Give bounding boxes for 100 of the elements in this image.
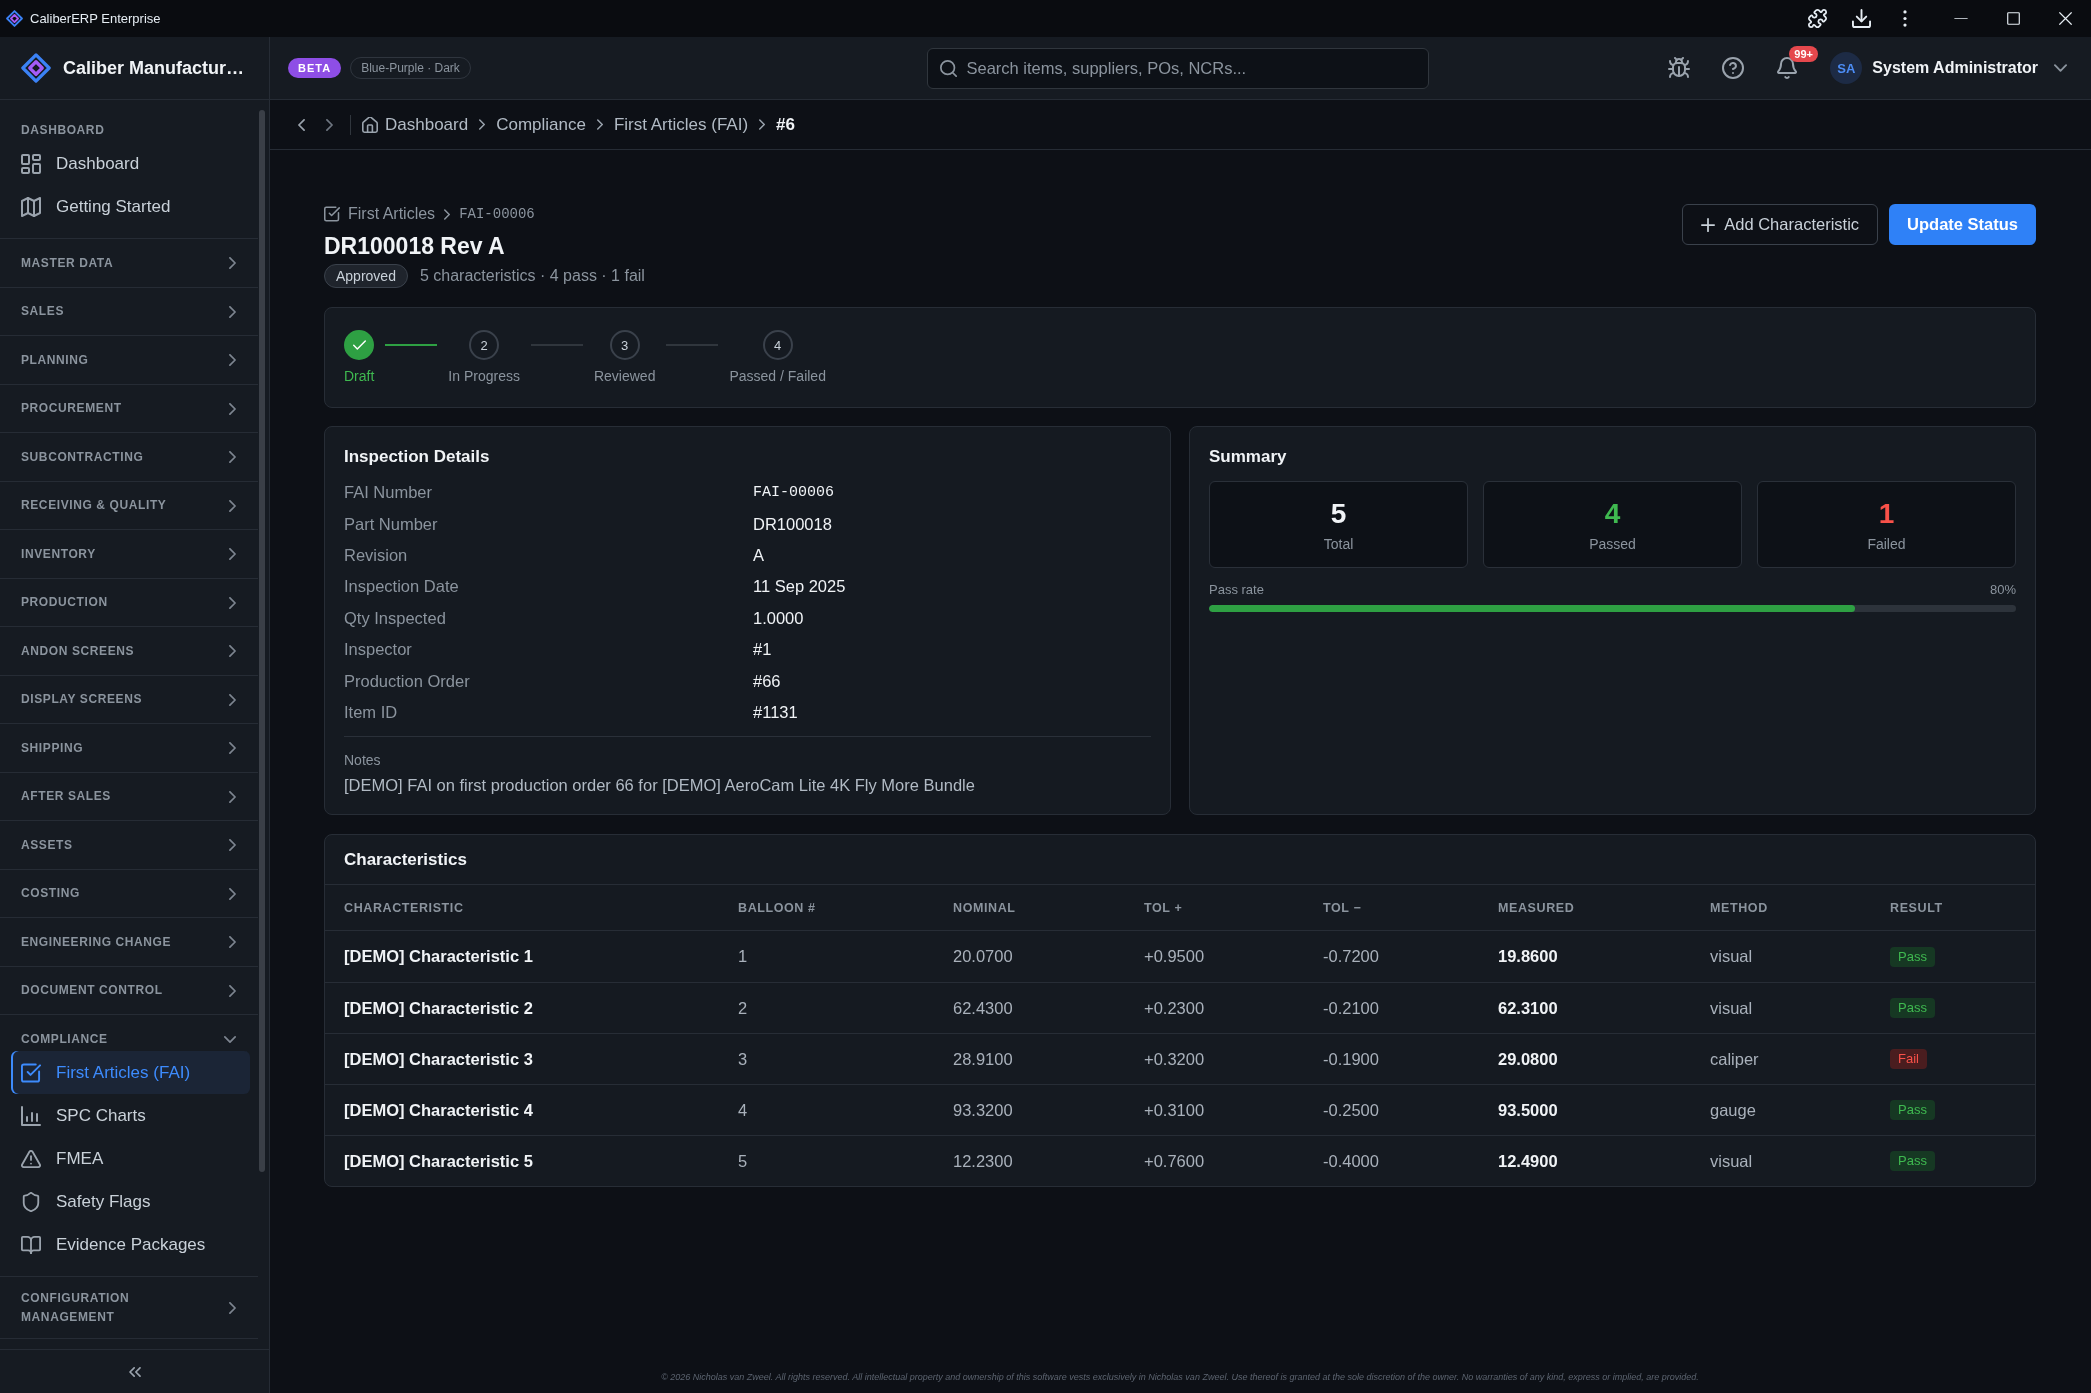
nav-group-toggle[interactable]: PROCUREMENT: [0, 396, 258, 421]
chevron-right-icon: [229, 887, 236, 900]
brand-name: Caliber Manufactur…: [63, 57, 245, 79]
stat-label: Failed: [1867, 535, 1906, 552]
sidebar-item[interactable]: FMEA: [11, 1137, 250, 1180]
chevron-right-icon: [596, 119, 603, 130]
field-value: #66: [753, 671, 781, 691]
balloon-number: 1: [738, 947, 748, 967]
sidebar-item[interactable]: Evidence Packages: [11, 1223, 250, 1266]
column-header: TOL +: [1144, 900, 1183, 915]
plus-icon: [1701, 217, 1716, 232]
field-label: Item ID: [344, 702, 398, 722]
characteristic-name: [DEMO] Characteristic 5: [344, 1151, 533, 1171]
bell-icon: [1776, 57, 1799, 79]
nav-group-toggle[interactable]: SUBCONTRACTING: [0, 445, 258, 469]
update-status-button[interactable]: Update Status: [1889, 204, 2036, 245]
lower-tolerance: -0.2500: [1323, 1100, 1379, 1120]
upper-tolerance: +0.9500: [1144, 947, 1205, 967]
characteristic-name: [DEMO] Characteristic 4: [344, 1100, 533, 1120]
double-chevron-left-icon: [128, 1366, 141, 1377]
sidebar-item[interactable]: SPC Charts: [11, 1094, 250, 1137]
notes-text: [DEMO] FAI on first production order 66 for [DEMO] AeroCam Lite 4K Fly More Bundle: [344, 775, 975, 796]
nominal-value: 28.9100: [953, 1049, 1013, 1069]
step-label: Passed / Failed: [729, 368, 826, 385]
breadcrumb-link[interactable]: Compliance: [496, 114, 586, 135]
sidebar-item[interactable]: Safety Flags: [11, 1180, 250, 1223]
field-label: FAI Number: [344, 483, 433, 503]
step-indicator: 4: [762, 330, 793, 360]
page-crumb-link[interactable]: First Articles: [324, 205, 436, 223]
method-text: caliper: [1710, 1049, 1759, 1069]
nav-group-toggle[interactable]: SALES: [0, 299, 258, 324]
puzzle-icon: [1807, 9, 1827, 28]
characteristic-name: [DEMO] Characteristic 1: [344, 947, 533, 967]
field-value: #1131: [753, 702, 798, 722]
nav-group-toggle[interactable]: COSTING: [0, 881, 258, 906]
stat-value: 5: [1330, 497, 1347, 530]
stat-value: 1: [1878, 497, 1895, 530]
field-label: Part Number: [344, 514, 438, 534]
sidebar-item[interactable]: Dashboard: [11, 142, 250, 185]
checkbox-icon: [21, 1062, 41, 1083]
column-header: METHOD: [1710, 900, 1768, 915]
download-icon: [1851, 9, 1871, 28]
nav-group-toggle[interactable]: AFTER SALES: [0, 784, 258, 809]
column-header: RESULT: [1890, 900, 1943, 915]
window-title: CaliberERP Enterprise: [30, 11, 161, 26]
scrollbar-thumb[interactable]: [259, 110, 265, 1172]
nav-group-toggle[interactable]: DOCUMENT CONTROL: [0, 978, 258, 1003]
nav-group-toggle[interactable]: ENGINEERING CHANGE: [0, 930, 258, 954]
chevron-right-icon: [229, 936, 236, 948]
page-title: DR100018 Rev A: [324, 232, 505, 261]
breadcrumb-link[interactable]: Dashboard: [362, 114, 469, 135]
user-menu[interactable]: SA System Administrator: [1830, 52, 2067, 84]
chevron-left-icon: [297, 118, 305, 131]
nav-group-toggle[interactable]: PRODUCTION: [0, 590, 258, 615]
copyright-notice: © 2026 Nicholas van Zweel. All rights reserved. All intellectual property and ownership of this software vests exclusively in Nicholas van Zweel. Use thereof is granted at the sole discretion of the owner. No warranties of any kind, express or implied, are provided.: [661, 1372, 1699, 1382]
field-label: Production Order: [344, 671, 470, 691]
nominal-value: 93.3200: [953, 1100, 1013, 1120]
nav-group-toggle[interactable]: CONFIGURATION MANAGEMENT: [0, 1289, 258, 1326]
brand-logo-icon: [21, 53, 51, 83]
nav-group-toggle[interactable]: ASSETS: [0, 833, 258, 857]
nav-group-toggle[interactable]: SHIPPING: [0, 736, 258, 760]
chevron-right-icon: [229, 548, 236, 560]
nominal-value: 62.4300: [953, 998, 1013, 1018]
add-characteristic-button[interactable]: Add Characteristic: [1682, 204, 1879, 245]
result-badge: Pass: [1890, 998, 1935, 1019]
sidebar-item[interactable]: Getting Started: [11, 185, 250, 228]
nav-group-toggle[interactable]: PLANNING: [0, 348, 258, 372]
search-field[interactable]: Search items, suppliers, POs, NCRs...: [926, 47, 1429, 89]
chevron-right-icon: [229, 984, 236, 997]
chevron-right-icon: [229, 451, 236, 463]
measured-value: 12.4900: [1498, 1151, 1558, 1171]
nav-group-toggle[interactable]: COMPLIANCE: [0, 1027, 258, 1051]
field-value: A: [753, 545, 764, 565]
maximize-icon: [2006, 12, 2020, 25]
chevron-right-icon: [229, 596, 236, 609]
upper-tolerance: +0.3100: [1144, 1100, 1205, 1120]
nav-group-toggle[interactable]: INVENTORY: [0, 542, 258, 566]
field-value: 11 Sep 2025: [753, 577, 846, 597]
close-icon: [2058, 12, 2072, 25]
nominal-value: 20.0700: [953, 947, 1013, 967]
balloon-number: 4: [738, 1100, 748, 1120]
app-logo-icon: [6, 10, 23, 27]
nav-group-toggle[interactable]: ANDON SCREENS: [0, 639, 258, 663]
stat-label: Passed: [1589, 535, 1636, 552]
collapse-sidebar-button[interactable]: [128, 1366, 141, 1377]
upper-tolerance: +0.3200: [1144, 1049, 1205, 1069]
nav-group-toggle[interactable]: DISPLAY SCREENS: [0, 687, 258, 712]
pass-rate-value: 80%: [1989, 582, 2016, 598]
card-title: Characteristics: [344, 848, 467, 871]
nav-group-toggle[interactable]: MASTER DATA: [0, 251, 258, 275]
chevron-right-icon: [229, 354, 236, 366]
sidebar-item[interactable]: First Articles (FAI): [11, 1051, 250, 1094]
map-icon: [21, 196, 41, 217]
chevron-right-icon: [229, 742, 236, 754]
lower-tolerance: -0.4000: [1323, 1151, 1379, 1171]
method-text: visual: [1710, 1151, 1753, 1171]
home-icon: [362, 116, 378, 133]
notification-badge: 99+: [1789, 46, 1818, 62]
breadcrumb-link[interactable]: First Articles (FAI): [613, 114, 749, 135]
nav-group-toggle[interactable]: RECEIVING & QUALITY: [0, 493, 258, 518]
